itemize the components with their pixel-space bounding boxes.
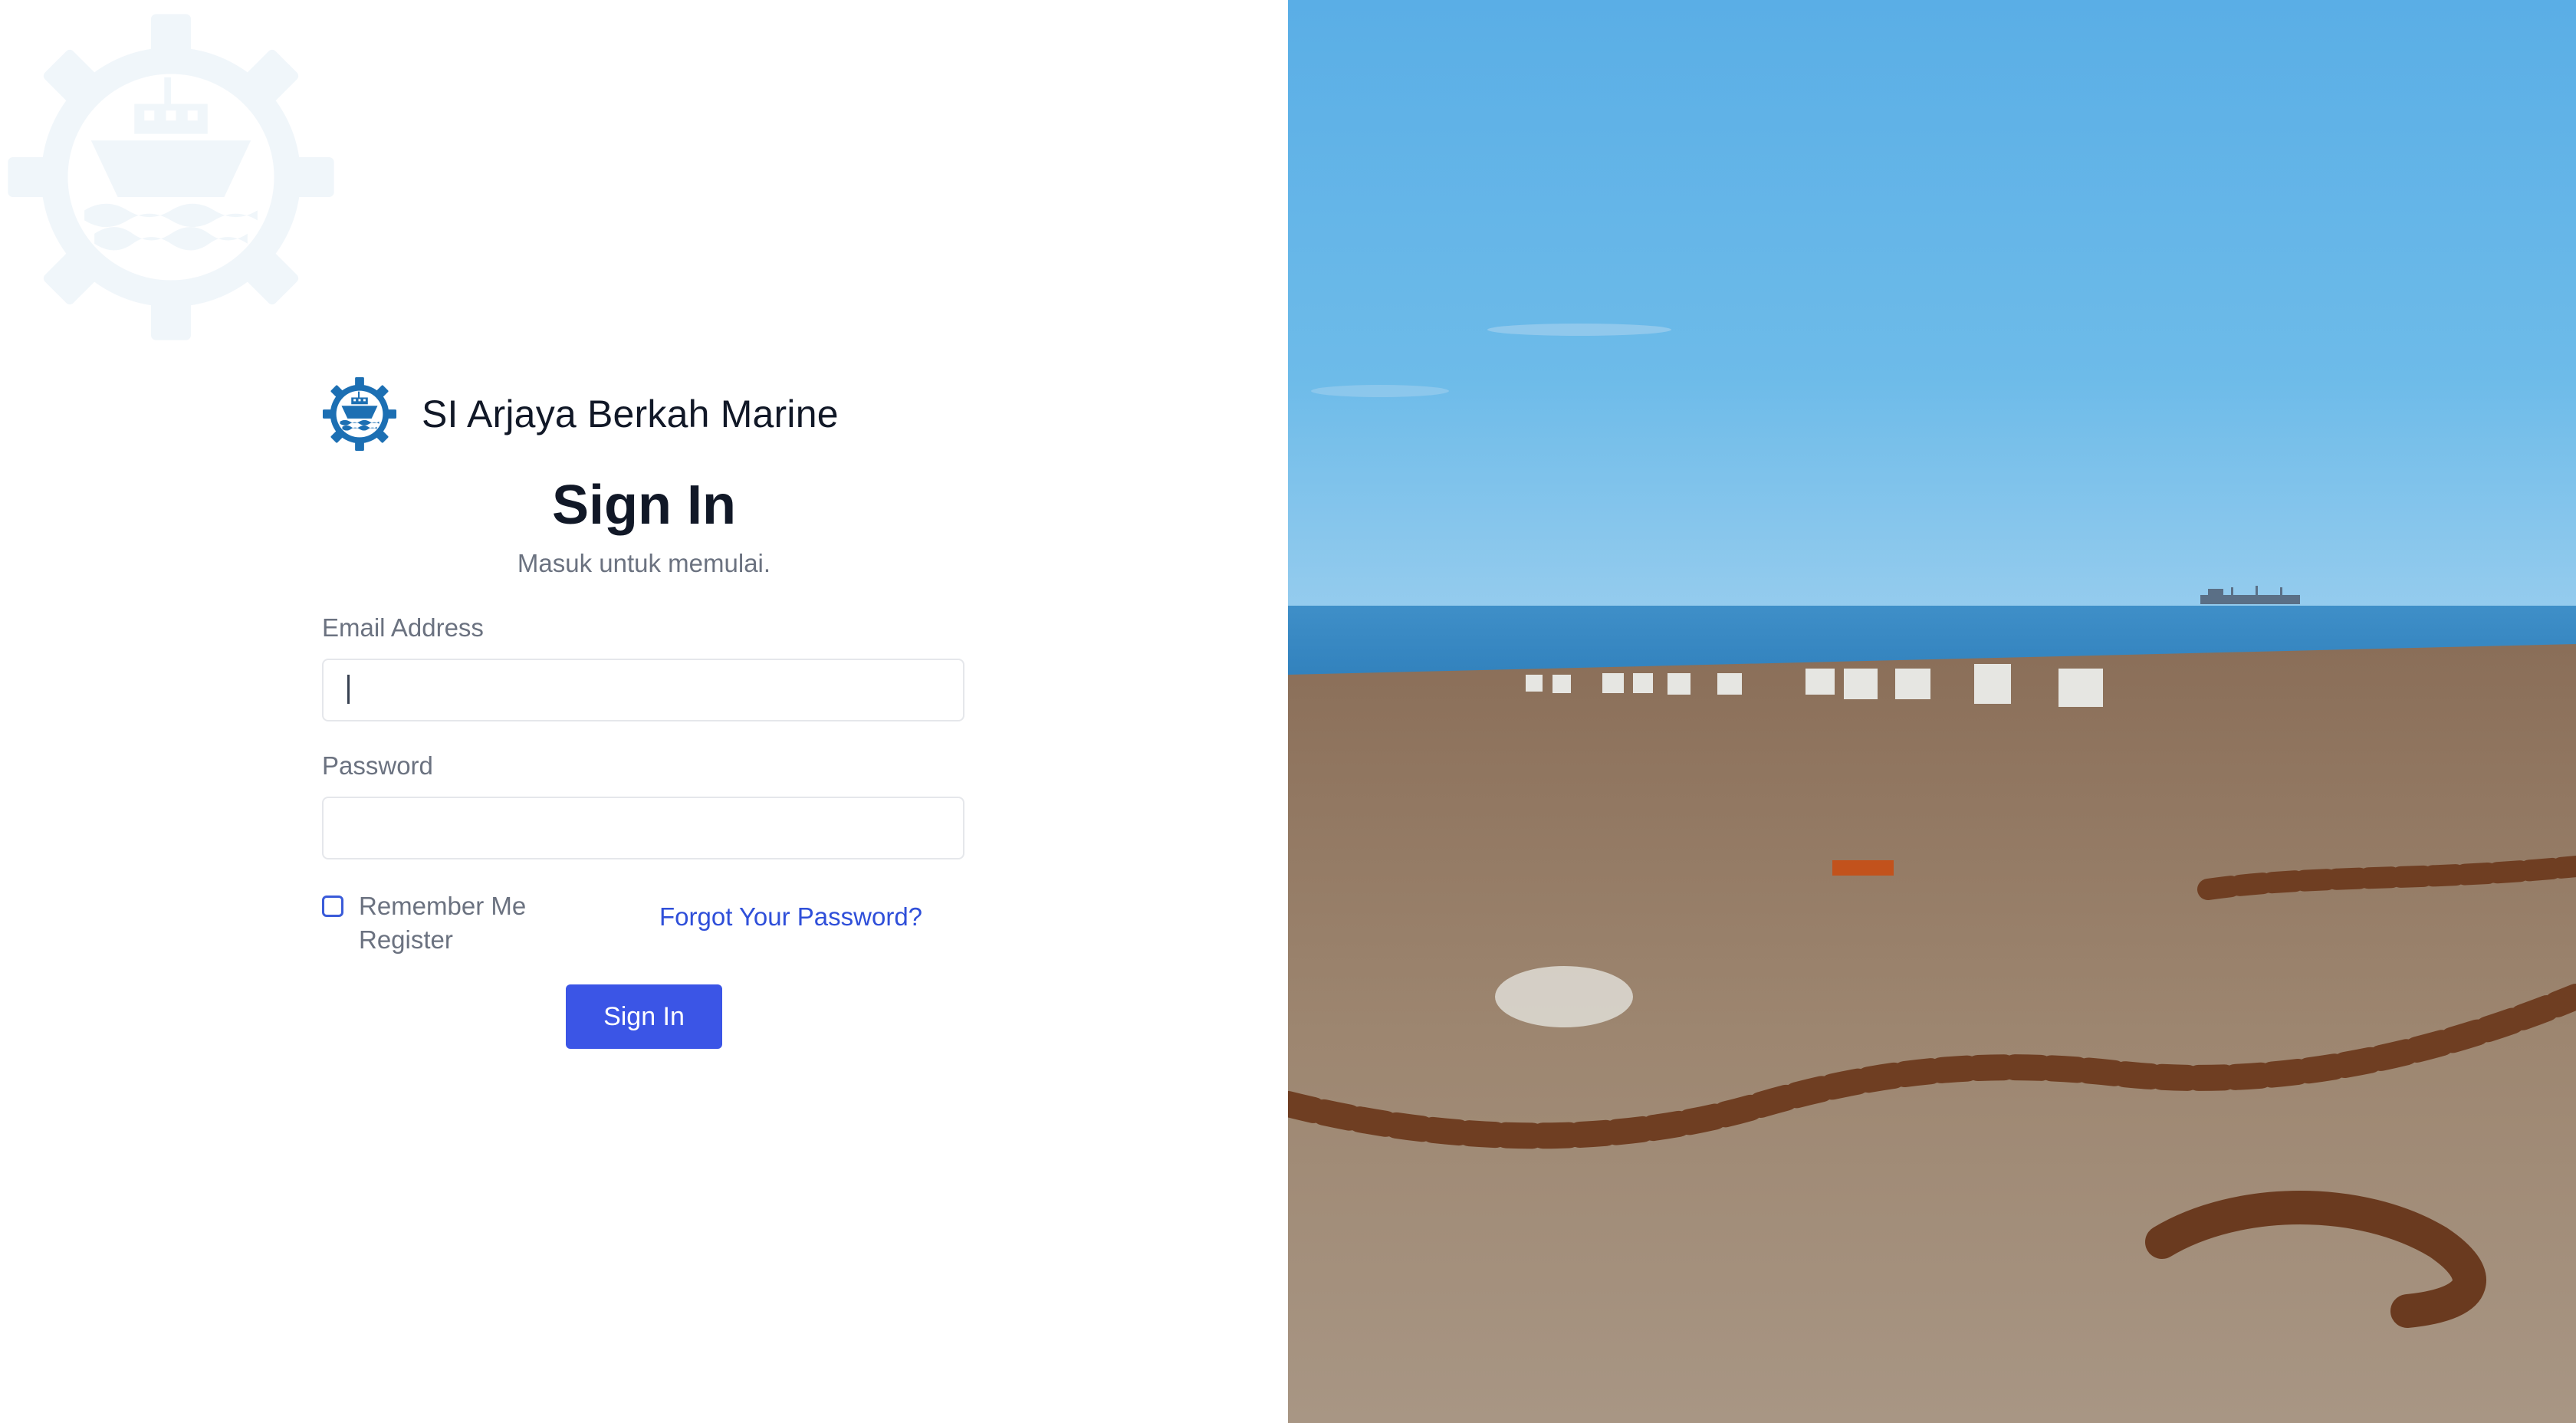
brand-header: SI Arjaya Berkah Marine — [322, 376, 839, 452]
remember-me-checkbox[interactable] — [322, 896, 343, 917]
page-subtitle: Masuk untuk memulai. — [517, 549, 771, 577]
register-link[interactable]: Register — [359, 925, 453, 955]
password-label: Password — [322, 751, 433, 780]
login-panel: SI Arjaya Berkah Marine Sign In Masuk un… — [0, 0, 1288, 1423]
hero-photo — [1288, 0, 2576, 1423]
watermark-logo — [5, 11, 337, 343]
sign-in-button[interactable]: Sign In — [566, 984, 722, 1049]
ship-gear-icon — [322, 376, 397, 452]
forgot-password-link[interactable]: Forgot Your Password? — [659, 902, 922, 932]
page-title: Sign In — [552, 475, 736, 536]
email-field[interactable] — [322, 659, 964, 721]
remember-me[interactable]: Remember Me — [322, 892, 526, 921]
text-caret — [347, 675, 350, 704]
remember-me-label: Remember Me — [359, 892, 527, 920]
brand-name: SI Arjaya Berkah Marine — [422, 393, 839, 435]
password-field[interactable] — [322, 797, 964, 859]
email-label: Email Address — [322, 613, 484, 642]
